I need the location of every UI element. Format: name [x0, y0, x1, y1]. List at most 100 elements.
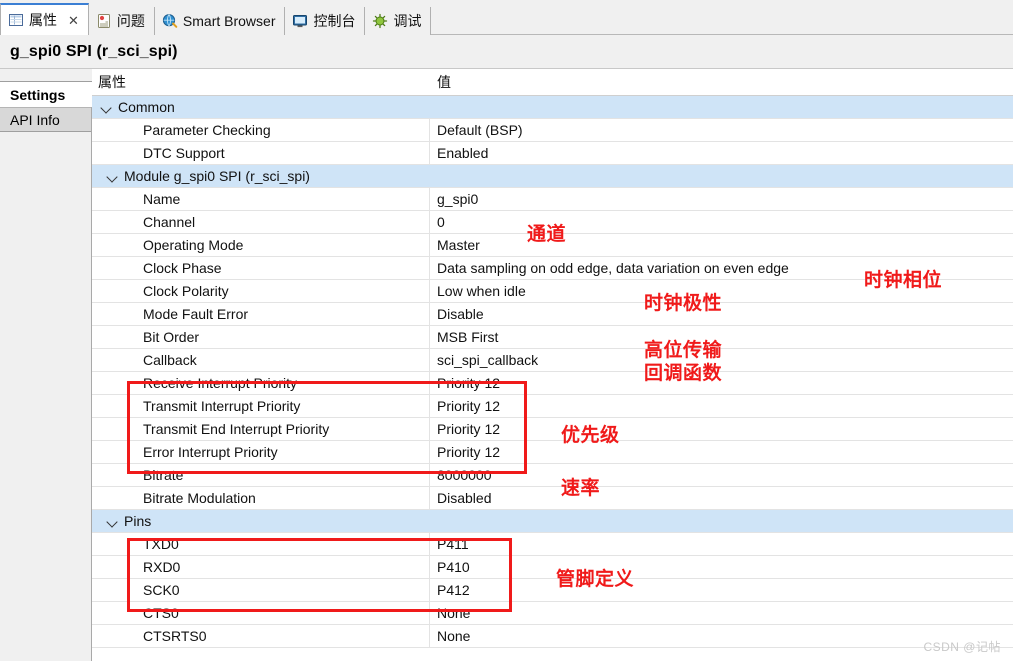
property-value-cell[interactable]: None	[430, 605, 1013, 621]
property-name: Common	[118, 99, 175, 115]
property-name: Mode Fault Error	[143, 306, 249, 322]
property-value-cell[interactable]: Priority 12	[430, 421, 1013, 437]
side-tab-spacer	[0, 69, 92, 82]
property-name-cell: Bitrate	[92, 464, 430, 486]
property-name-cell: Receive Interrupt Priority	[92, 372, 430, 394]
annotation-label: 回调函数	[644, 362, 723, 384]
property-name: CTS0	[143, 605, 179, 621]
property-table: 属性 值 Common Parameter Checking Default (BS…	[92, 69, 1013, 661]
annotation-label: 通道	[527, 223, 567, 245]
tab-label: Smart Browser	[182, 13, 276, 29]
tab-label: 问题	[116, 13, 145, 29]
property-name-cell: Name	[92, 188, 430, 210]
property-value-cell[interactable]: P412	[430, 582, 1013, 598]
property-row[interactable]: TXD0 P411	[92, 533, 1013, 556]
property-category-row[interactable]: Module g_spi0 SPI (r_sci_spi)	[92, 165, 1013, 188]
chevron-down-icon[interactable]	[106, 169, 120, 183]
property-value-cell[interactable]: P411	[430, 536, 1013, 552]
property-name: Receive Interrupt Priority	[143, 375, 298, 391]
tab-smart-browser[interactable]: Smart Browser	[154, 7, 286, 35]
property-name: TXD0	[143, 536, 179, 552]
settings-side-tab-column: Settings API Info	[0, 69, 92, 661]
close-icon[interactable]: ✕	[68, 14, 79, 27]
properties-icon	[8, 12, 24, 28]
property-row[interactable]: Name g_spi0	[92, 188, 1013, 211]
property-value-cell[interactable]: Priority 12	[430, 398, 1013, 414]
annotation-label: 时钟相位	[864, 269, 943, 291]
property-row[interactable]: Mode Fault Error Disable	[92, 303, 1013, 326]
property-value-cell[interactable]: g_spi0	[430, 191, 1013, 207]
property-name: Pins	[124, 513, 152, 529]
property-row[interactable]: Transmit End Interrupt Priority Priority …	[92, 418, 1013, 441]
chevron-down-icon[interactable]	[100, 100, 114, 114]
tab-label: 属性	[29, 12, 57, 28]
property-row[interactable]: Callback sci_spi_callback	[92, 349, 1013, 372]
property-value-cell[interactable]: Disabled	[430, 490, 1013, 506]
column-header-value[interactable]: 值	[430, 72, 1013, 92]
smart-browser-icon	[162, 13, 178, 29]
side-tab-label: API Info	[10, 111, 60, 128]
property-value-cell[interactable]: Master	[430, 237, 1013, 253]
property-row[interactable]: RXD0 P410	[92, 556, 1013, 579]
property-name: Transmit Interrupt Priority	[143, 398, 301, 414]
property-row[interactable]: Bitrate 8000000	[92, 464, 1013, 487]
property-category-row[interactable]: Common	[92, 96, 1013, 119]
property-name-cell: TXD0	[92, 533, 430, 555]
property-name-cell: CTSRTS0	[92, 625, 430, 647]
property-name-cell: Clock Polarity	[92, 280, 430, 302]
property-name-cell: Error Interrupt Priority	[92, 441, 430, 463]
property-name-cell: Clock Phase	[92, 257, 430, 279]
property-value-cell[interactable]: Default (BSP)	[430, 122, 1013, 138]
property-row[interactable]: Parameter Checking Default (BSP)	[92, 119, 1013, 142]
property-name-cell: Transmit Interrupt Priority	[92, 395, 430, 417]
property-row[interactable]: CTS0 None	[92, 602, 1013, 625]
property-name-cell: Bit Order	[92, 326, 430, 348]
property-name-cell: Module g_spi0 SPI (r_sci_spi)	[92, 165, 430, 187]
property-row[interactable]: DTC Support Enabled	[92, 142, 1013, 165]
property-row[interactable]: Error Interrupt Priority Priority 12	[92, 441, 1013, 464]
property-value-cell[interactable]: 0	[430, 214, 1013, 230]
property-row[interactable]: CTSRTS0 None	[92, 625, 1013, 648]
property-value-cell[interactable]: Priority 12	[430, 444, 1013, 460]
tab-item-4[interactable]: 调试	[365, 7, 432, 35]
property-name: Bit Order	[143, 329, 200, 345]
view-tabs: 属性 ✕ 问题 Smart Browser 控制台 调试	[0, 0, 1013, 35]
property-name-cell: Parameter Checking	[92, 119, 430, 141]
property-name-cell: Operating Mode	[92, 234, 430, 256]
property-name: CTSRTS0	[143, 628, 207, 644]
property-name: Module g_spi0 SPI (r_sci_spi)	[124, 168, 310, 184]
property-name-cell: Mode Fault Error	[92, 303, 430, 325]
property-name: Clock Polarity	[143, 283, 229, 299]
property-row[interactable]: Receive Interrupt Priority Priority 12	[92, 372, 1013, 395]
property-name-cell: Pins	[92, 510, 430, 532]
tab-item-0[interactable]: 属性 ✕	[0, 3, 89, 35]
property-name: DTC Support	[143, 145, 225, 161]
tab-item-1[interactable]: 问题	[88, 7, 155, 35]
property-row[interactable]: Transmit Interrupt Priority Priority 12	[92, 395, 1013, 418]
annotation-label: 管脚定义	[556, 568, 635, 590]
side-tab-api-info[interactable]: API Info	[0, 107, 91, 132]
chevron-down-icon[interactable]	[106, 514, 120, 528]
side-tab-settings[interactable]: Settings	[0, 82, 92, 107]
property-name: Transmit End Interrupt Priority	[143, 421, 330, 437]
debug-icon	[372, 13, 388, 29]
property-row[interactable]: SCK0 P412	[92, 579, 1013, 602]
watermark: CSDN @记帖	[923, 640, 1001, 654]
tab-item-3[interactable]: 控制台	[285, 7, 366, 35]
property-row[interactable]: Bitrate Modulation Disabled	[92, 487, 1013, 510]
property-name: Parameter Checking	[143, 122, 271, 138]
properties-view-window: 属性 ✕ 问题 Smart Browser 控制台 调试 g_spi0 SPI (r_sc…	[0, 0, 1013, 661]
property-name-cell: CTS0	[92, 602, 430, 624]
property-name: Callback	[143, 352, 197, 368]
annotation-label: 优先级	[561, 424, 620, 446]
property-row[interactable]: Bit Order MSB First	[92, 326, 1013, 349]
property-value-cell[interactable]: P410	[430, 559, 1013, 575]
console-icon	[292, 13, 308, 29]
property-category-row[interactable]: Pins	[92, 510, 1013, 533]
property-name: Name	[143, 191, 181, 207]
page-title: g_spi0 SPI (r_sci_spi)	[10, 42, 178, 60]
property-value-cell[interactable]: Enabled	[430, 145, 1013, 161]
column-header-property[interactable]: 属性	[92, 72, 430, 92]
property-table-header: 属性 值	[92, 69, 1013, 96]
property-value-cell[interactable]: 8000000	[430, 467, 1013, 483]
